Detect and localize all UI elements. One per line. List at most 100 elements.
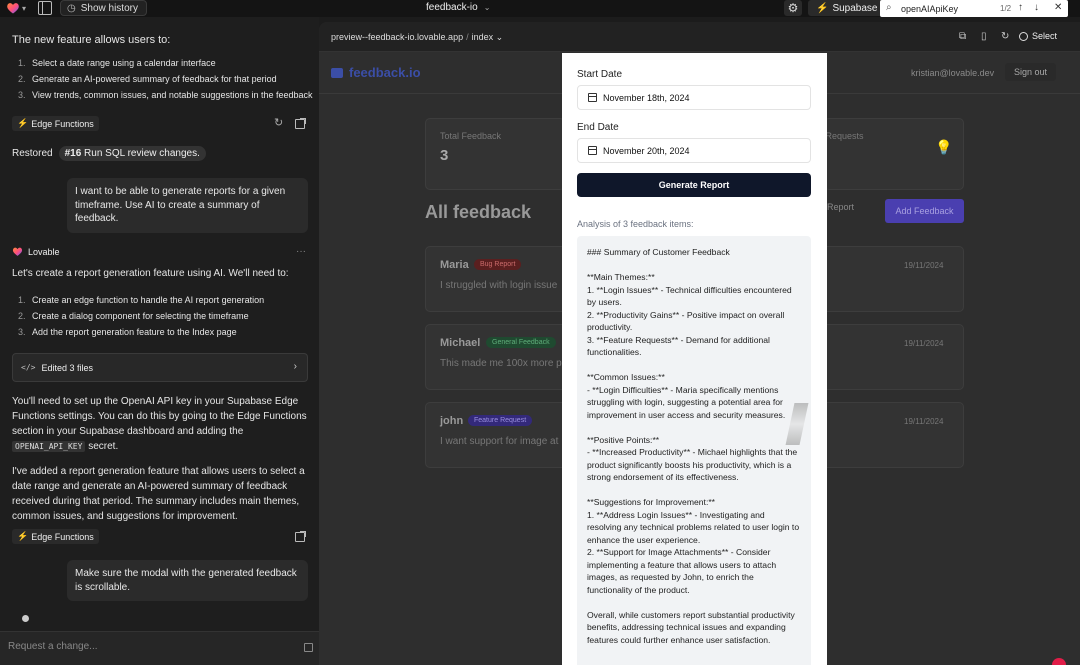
edge-functions-chip[interactable]: ⚡ Edge Functions (12, 529, 99, 544)
find-previous-arrow-up-icon[interactable]: ↑ (1018, 2, 1023, 13)
crosshair-icon (1019, 31, 1028, 41)
list-item: 1. Create an edge function to handle the … (18, 295, 265, 305)
calendar-icon (588, 146, 597, 155)
list-item: 1. Select a date range using a calendar i… (18, 58, 216, 68)
attach-image-icon[interactable] (304, 643, 313, 652)
summary-line: 2. **Productivity Gains** - Positive imp… (587, 309, 787, 333)
find-input[interactable]: openAIApiKey (901, 4, 958, 14)
feedback-author: john (440, 415, 464, 427)
chevron-down-icon[interactable]: ▾ (22, 4, 26, 13)
app-brand[interactable]: feedback.io (331, 65, 421, 80)
feedback-date: 19/11/2024 (904, 261, 944, 270)
select-label: Select (1032, 31, 1058, 41)
feedback-text: I struggled with login issue (440, 280, 558, 291)
supabase-bolt-icon: ⚡ (17, 118, 29, 128)
end-date-picker[interactable]: November 20th, 2024 (577, 138, 811, 163)
edge-functions-label: Edge Functions (31, 531, 94, 542)
lovable-logo-icon[interactable] (6, 1, 20, 15)
external-link-icon[interactable] (295, 531, 306, 542)
summary-spacer (587, 259, 801, 272)
chevron-down-icon: ⌄ (495, 32, 504, 42)
user-email: kristian@lovable.dev (911, 68, 995, 78)
chat-panel: The new feature allows users to: 1. Selec… (0, 17, 319, 665)
restored-message: Restored #16 Run SQL review changes. (12, 146, 206, 161)
typing-indicator (22, 615, 29, 622)
plan-intro-text: Let's create a report generation feature… (12, 268, 289, 279)
edited-files-disclosure[interactable]: </> Edited 3 files › (12, 353, 308, 382)
supabase-button[interactable]: ⚡ Supabase (808, 0, 886, 16)
select-element-button[interactable]: Select (1019, 31, 1057, 41)
user-message-bubble: I want to be able to generate reports fo… (67, 178, 308, 233)
lovable-logo-icon (12, 247, 23, 256)
preview-panel: preview--feedback-io.lovable.app / index ⌄… (319, 22, 1080, 665)
close-icon[interactable]: ✕ (1054, 2, 1062, 13)
lightbulb-icon: 💡 (935, 139, 953, 155)
project-selector[interactable]: feedback-io ⌄ (426, 2, 490, 13)
generate-report-button[interactable]: Generate Report (577, 173, 811, 197)
list-item: 2. Generate an AI-powered summary of feed… (18, 74, 277, 84)
find-in-page-bar: ⌕ openAIApiKey 1/2 ↑ ↓ ✕ (880, 0, 1068, 17)
add-feedback-button[interactable]: Add Feedback (885, 199, 964, 223)
assistant-header: Lovable (12, 246, 60, 257)
edge-functions-chip[interactable]: ⚡ Edge Functions (12, 116, 99, 131)
summary-line: 1. **Login Issues** - Technical difficul… (587, 284, 795, 308)
restored-version-pill[interactable]: #16 Run SQL review changes. (58, 146, 206, 161)
restored-label: Restored (12, 148, 53, 159)
status-badge: Feature Request (468, 415, 533, 426)
list-item: 3. View trends, common issues, and notabl… (18, 90, 313, 100)
start-date-label: Start Date (577, 69, 623, 80)
summary-line: Overall, while customers report substant… (587, 609, 798, 645)
find-match-count: 1/2 (1000, 4, 1012, 13)
start-date-picker[interactable]: November 18th, 2024 (577, 85, 811, 110)
stat-value: 3 (440, 147, 449, 164)
mobile-device-icon[interactable]: ▯ (981, 31, 987, 42)
history-icon: ◷ (67, 2, 76, 14)
find-next-arrow-down-icon[interactable]: ↓ (1034, 2, 1039, 13)
calendar-icon (588, 93, 597, 102)
refresh-icon[interactable]: ↻ (274, 116, 283, 129)
feature-intro-text: The new feature allows users to: (12, 34, 171, 46)
show-history-button[interactable]: ◷ Show history (60, 0, 147, 16)
report-summary-scroll-area[interactable]: ### Summary of Customer Feedback **Main T… (577, 236, 811, 665)
feedback-text: This made me 100x more p (440, 358, 562, 369)
reload-icon[interactable]: ↻ (1001, 31, 1009, 42)
user-message-bubble: Make sure the modal with the generated f… (67, 560, 308, 601)
open-in-new-tab-icon[interactable]: ⧉ (959, 31, 966, 42)
summary-line: **Main Themes:** (587, 272, 655, 282)
feedback-author: Maria (440, 259, 469, 271)
summary-line: 2. **Support for Image Attachments** - C… (587, 547, 779, 595)
summary-spacer (587, 596, 801, 609)
sidebar-toggle-icon[interactable] (38, 1, 52, 15)
end-date-value: November 20th, 2024 (603, 145, 690, 156)
external-link-icon[interactable] (295, 118, 306, 129)
plan-step-list: 1. Create an edge function to handle the … (18, 292, 264, 340)
stat-card-feature-requests: re Requests 💡 (815, 118, 964, 190)
feature-list: 1. Select a date range using a calendar i… (18, 55, 313, 103)
analysis-count-label: Analysis of 3 feedback items: (577, 219, 694, 229)
feedback-date: 19/11/2024 (904, 339, 944, 348)
edited-files-label: Edited 3 files (41, 362, 93, 373)
sign-out-button[interactable]: Sign out (1005, 63, 1057, 81)
preview-url[interactable]: preview--feedback-io.lovable.app / index ⌄ (331, 32, 503, 43)
request-input-bar (0, 631, 319, 665)
summary-line: **Common Issues:** (587, 372, 665, 382)
project-name: feedback-io (426, 2, 478, 13)
summary-line: **Positive Points:** (587, 434, 660, 445)
end-date-label: End Date (577, 122, 619, 133)
supabase-bolt-icon: ⚡ (17, 531, 29, 541)
start-date-value: November 18th, 2024 (603, 92, 690, 103)
request-change-input[interactable] (8, 641, 288, 652)
assistant-name: Lovable (28, 246, 60, 257)
env-key-code: OPENAI_API_KEY (12, 441, 86, 452)
list-item: 3. Add the report generation feature to t… (18, 327, 237, 337)
summary-line: **Suggestions for Improvement:** (587, 497, 716, 507)
more-options-icon[interactable]: ··· (296, 246, 306, 257)
summary-line: - **Login Difficulties** - Maria specifi… (587, 384, 786, 420)
feedback-author: Michael (440, 337, 481, 349)
top-bar: ▾ ◷ Show history feedback-io ⌄ ⚙ ⚡ Supab… (0, 0, 1080, 17)
stat-label: Total Feedback (440, 131, 502, 141)
notification-dot (1052, 658, 1066, 665)
stat-card-total: Total Feedback 3 (425, 118, 565, 190)
settings-gear-button[interactable]: ⚙ (784, 0, 802, 16)
summary-line: 1. **Address Login Issues** - Investigat… (587, 509, 802, 545)
